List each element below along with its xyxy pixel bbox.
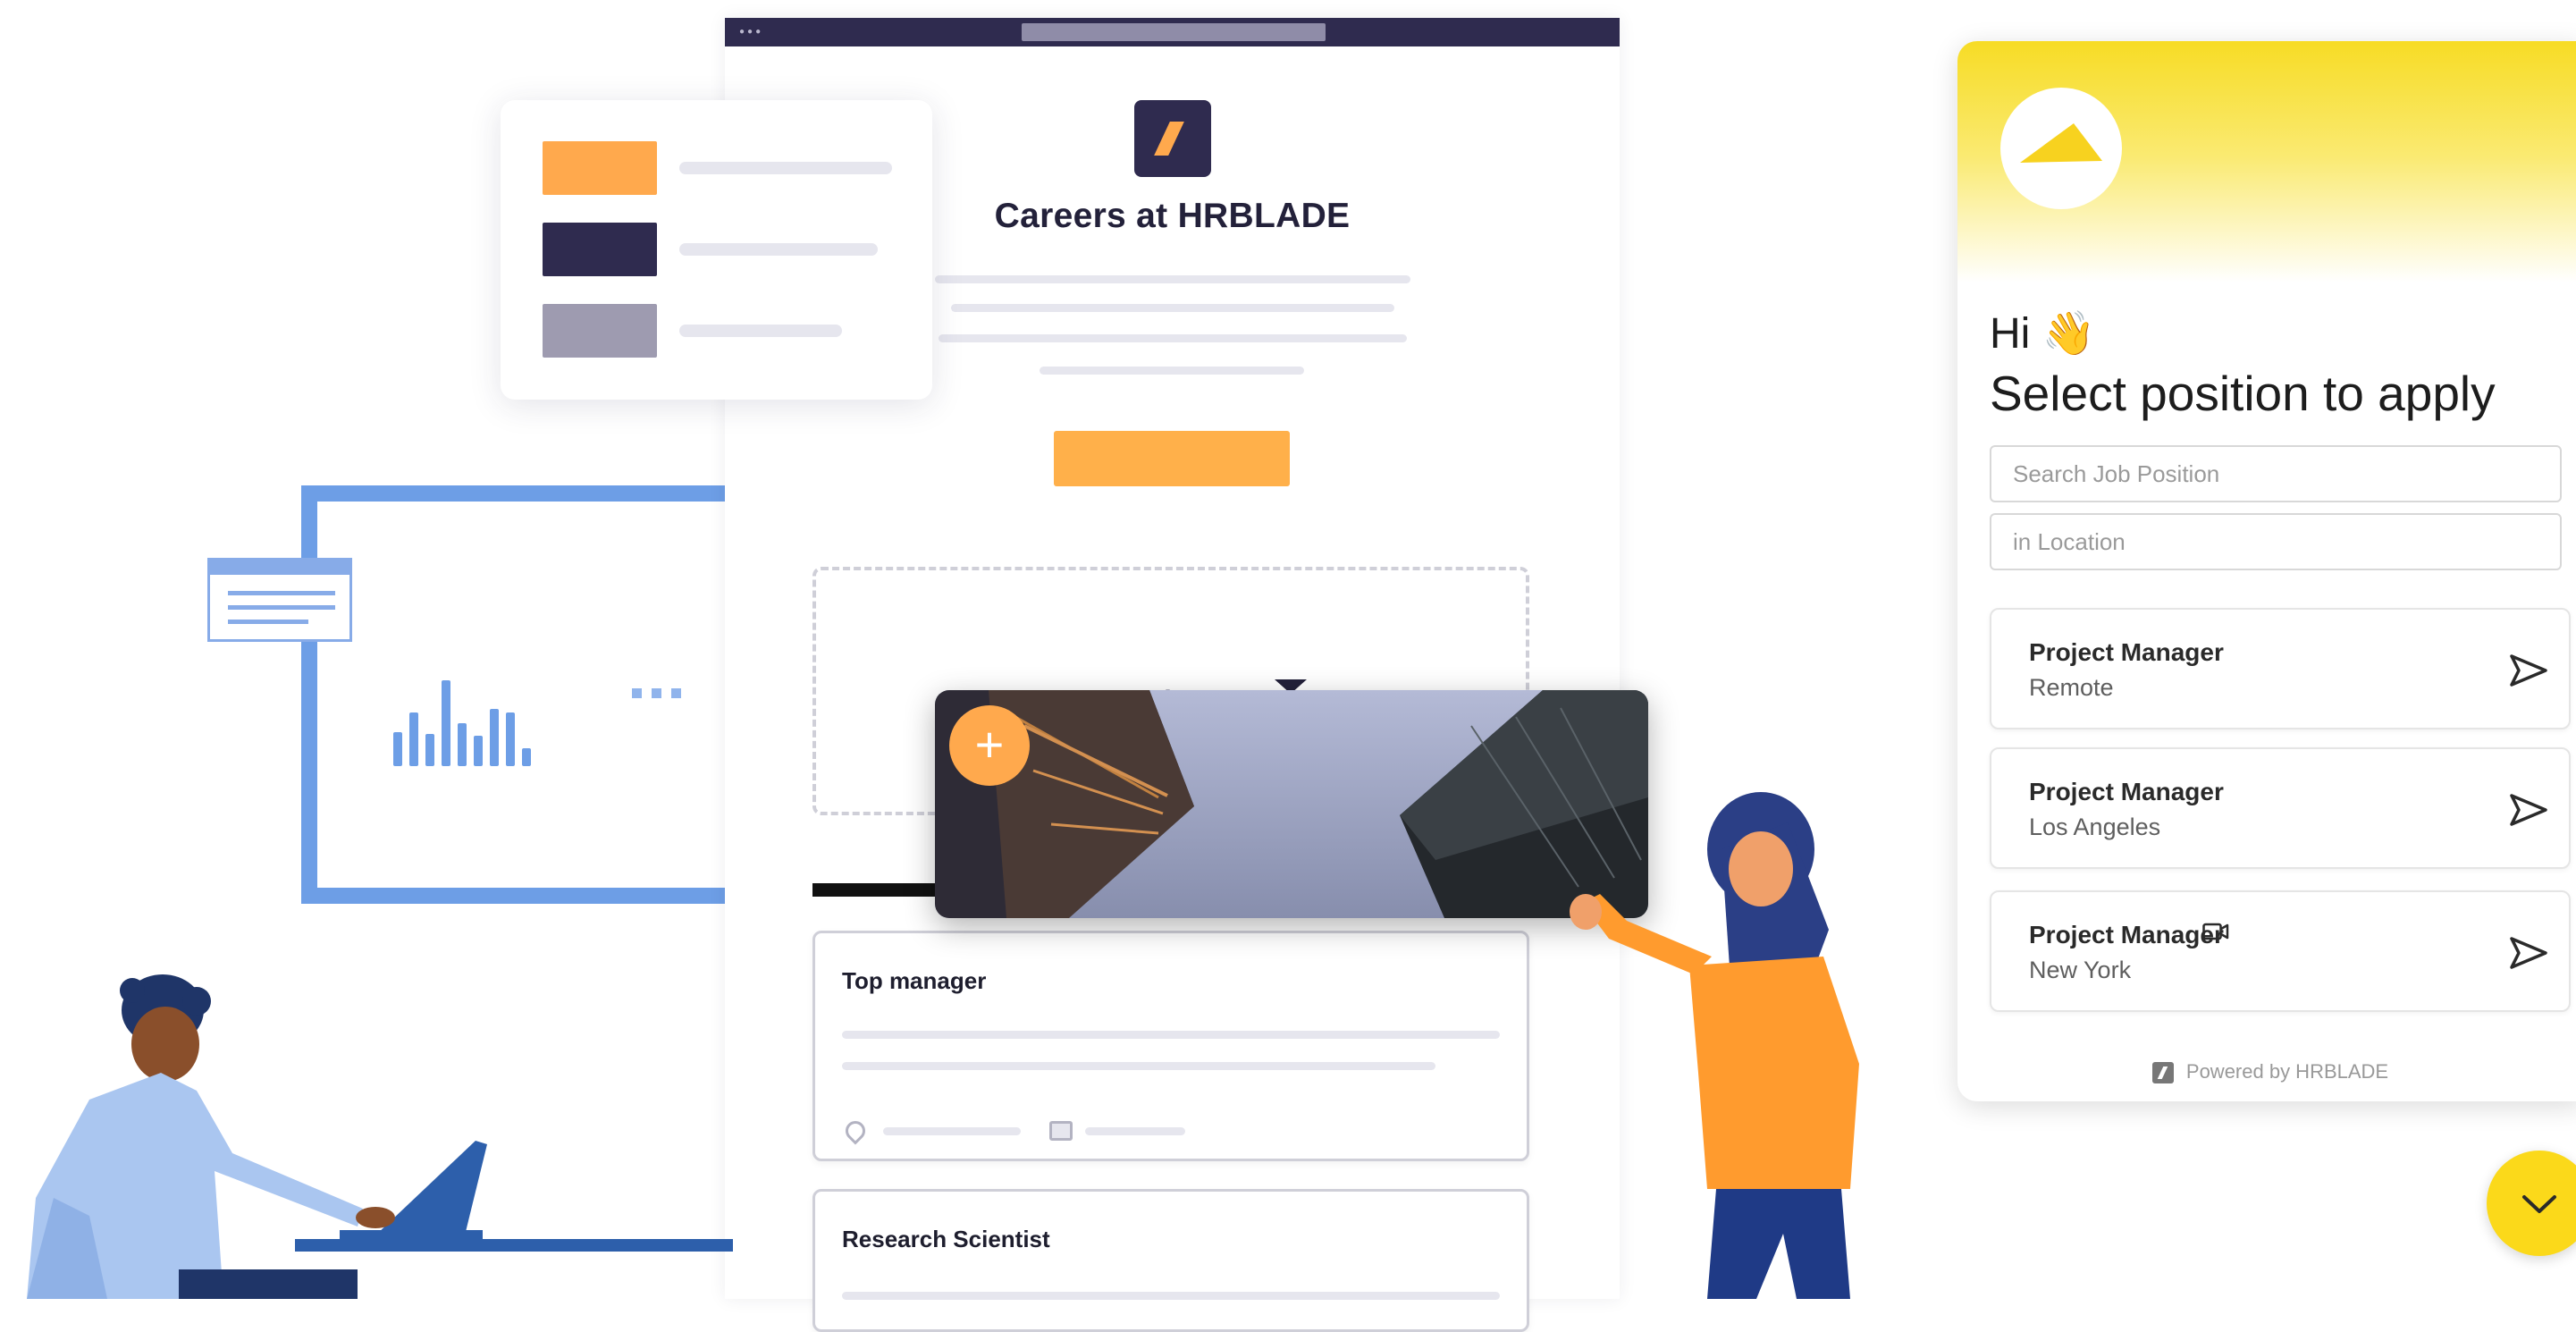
job-title: Project Manager: [2029, 778, 2224, 805]
send-icon[interactable]: [2504, 787, 2551, 833]
hrblade-small-logo-icon: [2151, 1062, 2174, 1084]
job-card-title: Research Scientist: [842, 1226, 1050, 1252]
send-icon[interactable]: [2504, 647, 2551, 694]
job-card-title: Top manager: [842, 967, 987, 994]
greeting-label: Hi: [1990, 310, 2031, 358]
powered-by-footer[interactable]: Powered by HRBLADE: [1957, 1060, 2576, 1084]
window-controls: ●●●: [739, 27, 764, 37]
apply-button-placeholder: [1054, 431, 1290, 486]
text-placeholder: [935, 275, 1410, 283]
navy-swatch: [543, 223, 657, 276]
mini-window-illustration: [207, 558, 352, 642]
job-location: Remote: [2029, 674, 2114, 701]
hrblade-logo: [1134, 100, 1211, 177]
address-bar: [1022, 23, 1326, 41]
video-icon: [2202, 923, 2229, 940]
job-title: Project Manager: [2029, 921, 2224, 948]
job-card: Top manager: [812, 931, 1529, 1161]
bar-chart-illustration: [393, 679, 572, 766]
search-job-input[interactable]: [1990, 445, 2562, 502]
job-location: New York: [2029, 957, 2132, 983]
text-placeholder: [842, 1062, 1435, 1070]
send-icon[interactable]: [2504, 930, 2551, 976]
waving-hand-icon: 👋: [2041, 310, 2096, 358]
job-item[interactable]: Project Manager Remote: [1990, 608, 2571, 729]
text-placeholder: [883, 1127, 1021, 1135]
chevron-down-icon: [2522, 1195, 2556, 1213]
job-item[interactable]: Project Manager New York: [1990, 890, 2571, 1012]
job-apply-widget: Hi 👋 Select position to apply Project Ma…: [1957, 41, 2576, 1101]
add-photo-button: +: [949, 705, 1030, 786]
text-placeholder: [679, 162, 892, 174]
person-at-laptop-illustration: [27, 974, 733, 1299]
text-placeholder: [939, 334, 1407, 342]
powered-by-label: Powered by HRBLADE: [2185, 1060, 2389, 1083]
location-pin-icon: [841, 1117, 870, 1145]
widget-toggle-button[interactable]: [2487, 1151, 2576, 1256]
text-placeholder: [679, 243, 878, 256]
calendar-icon: [1049, 1121, 1073, 1141]
location-input[interactable]: [1990, 513, 2562, 570]
color-swatch-card: [501, 100, 932, 400]
woman-pointing-illustration: [1570, 792, 1859, 1299]
job-card: Research Scientist: [812, 1189, 1529, 1332]
analytics-panel-illustration: [301, 485, 739, 904]
gray-swatch: [543, 304, 657, 358]
job-location: Los Angeles: [2029, 814, 2161, 840]
text-placeholder: [1040, 367, 1304, 375]
job-title: Project Manager: [2029, 638, 2224, 666]
job-item[interactable]: Project Manager Los Angeles: [1990, 747, 2571, 869]
text-placeholder: [679, 325, 842, 337]
ellipsis-illustration: [632, 687, 691, 703]
text-placeholder: [951, 304, 1394, 312]
text-placeholder: [1085, 1127, 1185, 1135]
widget-subtitle: Select position to apply: [1990, 366, 2496, 421]
text-placeholder: [842, 1031, 1500, 1039]
hrblade-logo: [2000, 88, 2122, 209]
orange-swatch: [543, 141, 657, 195]
greeting-text: Hi 👋: [1990, 308, 2095, 358]
building-photo: [935, 690, 1648, 918]
